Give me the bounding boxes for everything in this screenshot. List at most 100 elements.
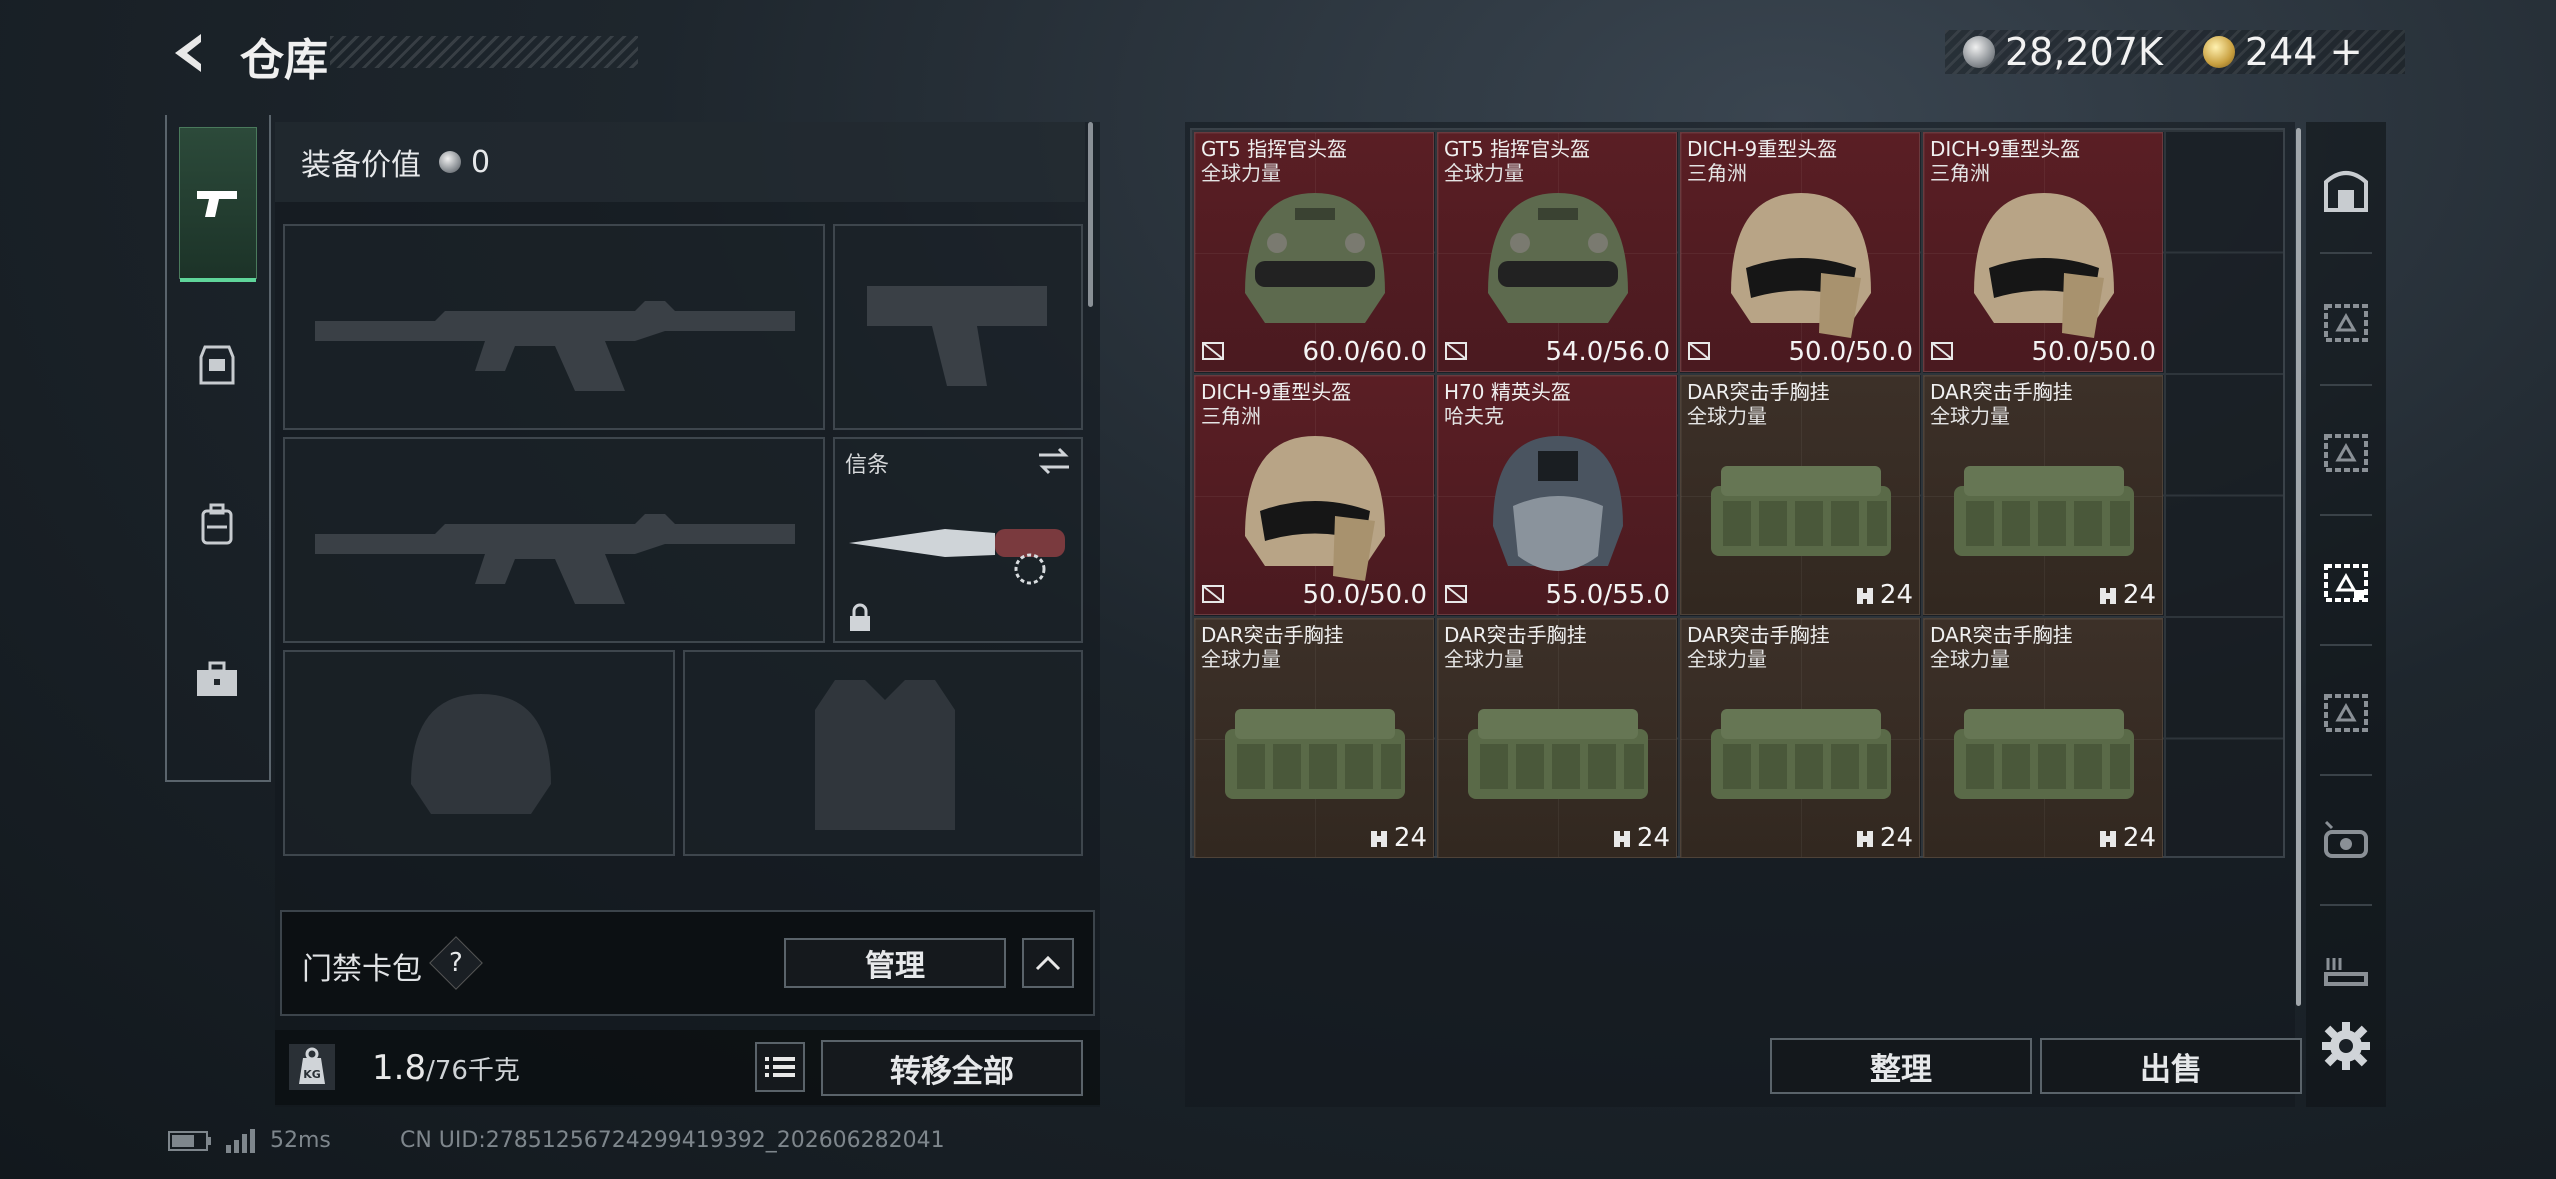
item-stat-value: 54.0/56.0 — [1545, 337, 1670, 367]
item-origin: 三角洲 — [1201, 404, 1261, 428]
vault-icon — [2324, 171, 2368, 212]
carry-weight-current: 1.8 — [372, 1048, 427, 1088]
rail-divider — [2320, 252, 2372, 254]
item-name: DICH-9重型头盔 — [1201, 380, 1352, 404]
signal-icon — [226, 1128, 255, 1153]
inventory-item[interactable]: DAR突击手胸挂 全球力量 24 — [1923, 618, 2163, 858]
rail-divider — [2320, 904, 2372, 906]
tab-case-5[interactable] — [2318, 814, 2374, 870]
gear-icon — [2322, 1022, 2370, 1070]
inventory-item[interactable]: DICH-9重型头盔 三角洲 50.0/50.0 — [1923, 132, 2163, 372]
item-stat: 24 — [1368, 823, 1427, 853]
knife-icon — [849, 529, 1065, 585]
tab-vault[interactable] — [2318, 162, 2374, 218]
melee-slot[interactable]: 信条 — [833, 437, 1083, 643]
inventory-item[interactable]: DAR突击手胸挂 全球力量 24 — [1680, 375, 1920, 615]
durability-icon — [1202, 342, 1224, 360]
tab-case-1[interactable] — [2318, 294, 2374, 350]
item-stat: 50.0/50.0 — [1302, 580, 1427, 610]
tab-weapons[interactable] — [179, 127, 257, 282]
inventory-item[interactable]: H70 精英头盔 哈夫克 55.0/55.0 — [1437, 375, 1677, 615]
item-stat: 54.0/56.0 — [1545, 337, 1670, 367]
case-6-icon — [2324, 958, 2368, 986]
inventory-item[interactable]: DICH-9重型头盔 三角洲 50.0/50.0 — [1680, 132, 1920, 372]
armor-icon — [199, 345, 235, 385]
inventory-item[interactable]: DAR突击手胸挂 全球力量 24 — [1437, 618, 1677, 858]
rifle-silhouette-icon — [315, 514, 795, 604]
helmet-silhouette-icon — [411, 694, 551, 814]
ping: 52ms — [270, 1128, 331, 1153]
item-name: DAR突击手胸挂 — [1444, 623, 1587, 647]
item-name: DICH-9重型头盔 — [1930, 137, 2081, 161]
transfer-all-button[interactable]: 转移全部 — [821, 1040, 1083, 1096]
inventory-item[interactable]: DAR突击手胸挂 全球力量 24 — [1680, 618, 1920, 858]
tab-armor[interactable] — [179, 290, 255, 440]
item-name: H70 精英头盔 — [1444, 380, 1571, 404]
tab-toolbox[interactable] — [179, 605, 255, 755]
inventory-item[interactable]: GT5 指挥官头盔 全球力量 60.0/60.0 — [1194, 132, 1434, 372]
item-stat: 60.0/60.0 — [1302, 337, 1427, 367]
carry-weight-max: /76千克 — [426, 1056, 520, 1086]
armor-slot[interactable] — [683, 650, 1083, 856]
item-stat-value: 24 — [1879, 823, 1913, 853]
primary-weapon-slot[interactable] — [283, 224, 825, 430]
list-icon — [765, 1057, 795, 1077]
case-5-icon — [2324, 820, 2368, 858]
inventory-item[interactable]: DAR突击手胸挂 全球力量 24 — [1194, 618, 1434, 858]
tab-case-3[interactable] — [2318, 554, 2374, 610]
add-currency-button[interactable]: + — [2329, 29, 2363, 75]
helmet-gt5-icon — [1245, 193, 1385, 323]
item-origin: 全球力量 — [1930, 647, 2010, 671]
manage-button[interactable]: 管理 — [784, 938, 1006, 988]
list-view-button[interactable] — [755, 1042, 805, 1092]
keycard-help-button[interactable]: ? — [429, 936, 483, 990]
toolbox-icon — [197, 661, 237, 696]
sort-button[interactable]: 整理 — [1770, 1038, 2032, 1094]
tab-case-6[interactable] — [2318, 944, 2374, 1000]
page-title: 仓库 — [240, 35, 328, 86]
title-decoration — [330, 36, 638, 68]
sell-button[interactable]: 出售 — [2040, 1038, 2302, 1094]
item-stat: 55.0/55.0 — [1545, 580, 1670, 610]
capacity-icon — [1370, 830, 1387, 847]
equipment-scrollbar[interactable] — [1088, 122, 1093, 307]
chest-rig-icon — [1711, 466, 1891, 556]
silver-coin-icon — [439, 151, 461, 173]
case-4-icon — [2324, 694, 2368, 732]
inventory-item[interactable]: GT5 指挥官头盔 全球力量 54.0/56.0 — [1437, 132, 1677, 372]
swap-icon[interactable] — [1037, 447, 1071, 475]
secondary-weapon-slot[interactable] — [833, 224, 1083, 430]
rail-divider — [2320, 384, 2372, 386]
inventory-scrollbar[interactable] — [2296, 128, 2301, 1006]
inventory-item[interactable]: DICH-9重型头盔 三角洲 50.0/50.0 — [1194, 375, 1434, 615]
settings-button[interactable] — [2318, 1018, 2374, 1074]
equip-value-row: 装备价值 0 — [275, 122, 1085, 202]
item-name: DAR突击手胸挂 — [1930, 380, 2073, 404]
equipment-tab-rail — [165, 115, 271, 782]
secondary-rifle-slot[interactable] — [283, 437, 825, 643]
silver-coin-icon — [1963, 36, 1995, 68]
chest-rig-icon — [1711, 709, 1891, 799]
item-stat: 50.0/50.0 — [2031, 337, 2156, 367]
item-stat: 50.0/50.0 — [1788, 337, 1913, 367]
tab-case-4[interactable] — [2318, 684, 2374, 740]
item-stat: 24 — [2097, 580, 2156, 610]
durability-icon — [1445, 585, 1467, 603]
capacity-icon — [1613, 830, 1630, 847]
item-origin: 全球力量 — [1930, 404, 2010, 428]
item-origin: 哈夫克 — [1444, 404, 1504, 428]
backpack-icon — [201, 503, 233, 545]
tab-backpack[interactable] — [179, 450, 255, 600]
inventory-item[interactable]: DAR突击手胸挂 全球力量 24 — [1923, 375, 2163, 615]
capacity-icon — [2099, 830, 2116, 847]
gold-amount: 244 — [2244, 30, 2318, 74]
weight-row: KG 1.8/76千克 转移全部 — [275, 1030, 1100, 1105]
carry-weight: 1.8/76千克 — [372, 1048, 520, 1088]
item-stat-value: 24 — [2122, 580, 2156, 610]
collapse-button[interactable] — [1022, 938, 1074, 988]
chest-rig-icon — [1954, 466, 2134, 556]
helmet-slot[interactable] — [283, 650, 675, 856]
item-stat-value: 24 — [1393, 823, 1427, 853]
back-button[interactable] — [165, 28, 215, 78]
tab-case-2[interactable] — [2318, 424, 2374, 480]
